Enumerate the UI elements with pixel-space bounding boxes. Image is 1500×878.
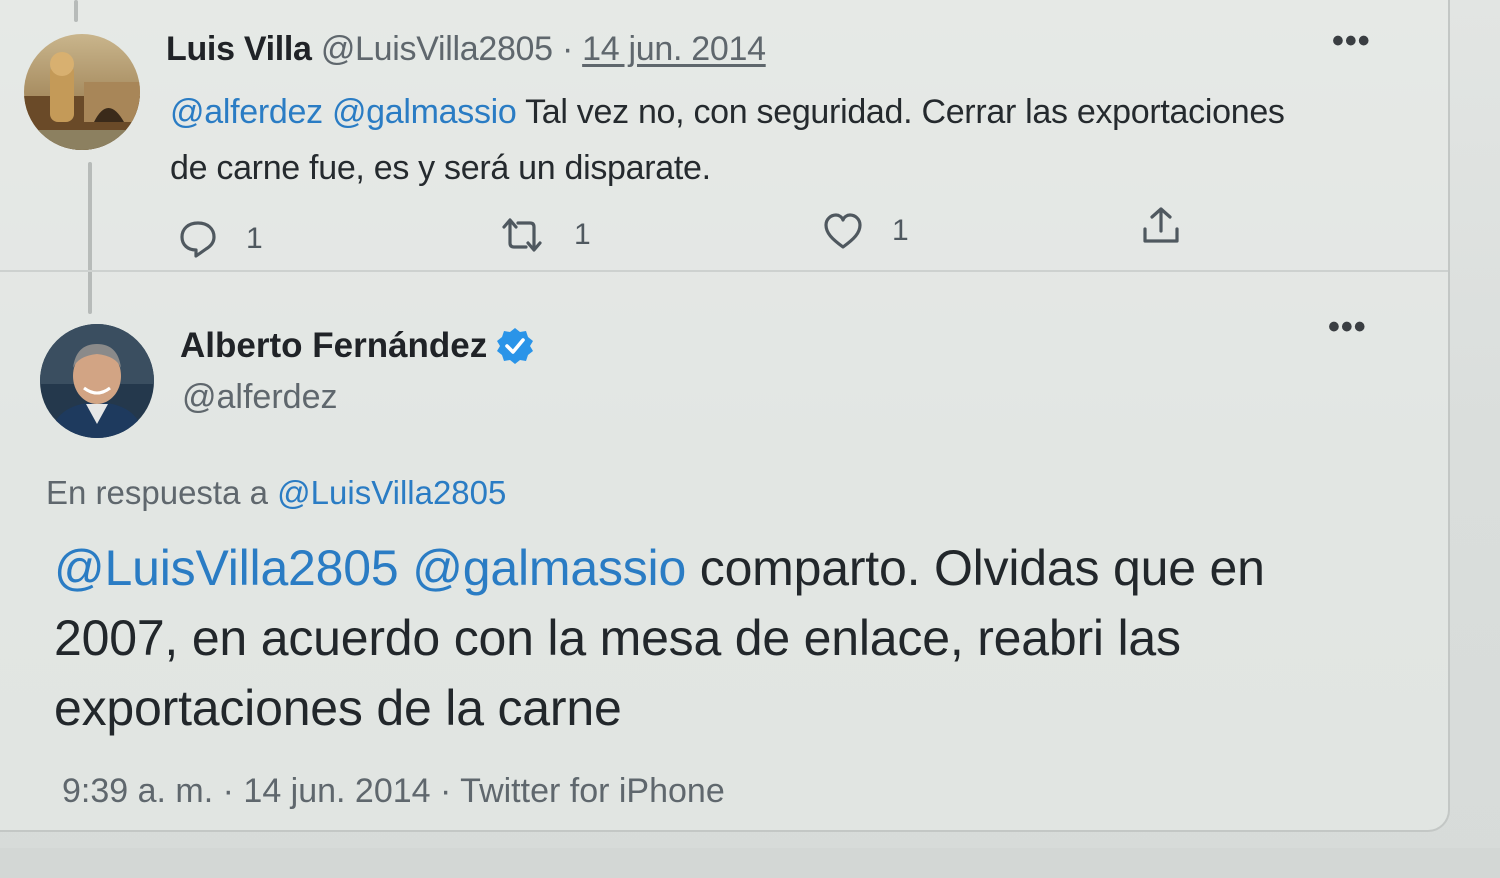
reply-count: 1: [246, 222, 263, 255]
tweet2-more-button[interactable]: •••: [1328, 308, 1367, 347]
like-button[interactable]: 1: [822, 211, 909, 251]
tweet1-text-line1: Tal vez no, con seguridad. Cerrar las ex…: [525, 93, 1285, 131]
tweet1-more-button[interactable]: •••: [1332, 22, 1371, 61]
tweet1-date-link[interactable]: 14 jun. 2014: [582, 30, 766, 68]
thread-line: [88, 162, 92, 314]
tweet1-text: @alferdez @galmassio Tal vez no, con seg…: [170, 84, 1360, 196]
next-item-edge: [0, 848, 1500, 878]
tweet2-text: @LuisVilla2805 @galmassio comparto. Olvi…: [54, 533, 1384, 743]
reply-to-handle[interactable]: @LuisVilla2805: [277, 474, 506, 511]
tweet2-author-name[interactable]: Alberto Fernández: [180, 326, 487, 366]
tweet-divider: [0, 270, 1448, 272]
reply-prefix: En respuesta a: [46, 474, 268, 511]
reply-icon: [180, 221, 216, 258]
tweet1-header: Luis Villa @LuisVilla2805 · 14 jun. 2014: [166, 30, 766, 69]
share-icon: [1143, 207, 1179, 243]
retweet-icon: [502, 218, 542, 252]
tweet1-mention-galmassio[interactable]: @galmassio: [332, 93, 517, 131]
tweet-thread-card: Luis Villa @LuisVilla2805 · 14 jun. 2014…: [0, 0, 1450, 832]
like-count: 1: [892, 214, 909, 247]
avatar-image: [40, 324, 154, 438]
tweet2-author: Alberto Fernández: [180, 326, 535, 366]
tweet1-author-handle[interactable]: @LuisVilla2805: [321, 30, 553, 68]
avatar-image: [24, 34, 140, 150]
tweet2-mention-galmassio[interactable]: @galmassio: [412, 540, 686, 596]
tweet2-text-line1: comparto. Olvidas que en: [699, 540, 1265, 596]
tweet1-mention-alferdez[interactable]: @alferdez: [170, 93, 323, 131]
verified-badge-icon: [497, 328, 534, 364]
retweet-button[interactable]: 1: [498, 215, 591, 255]
screen: Luis Villa @LuisVilla2805 · 14 jun. 2014…: [0, 0, 1500, 878]
tweet2-text-line3: exportaciones de la carne: [54, 680, 622, 736]
avatar-alberto-fernandez[interactable]: [40, 324, 154, 438]
tweet1-text-line2: de carne fue, es y será un disparate.: [170, 149, 711, 187]
tweet2-meta[interactable]: 9:39 a. m. · 14 jun. 2014 · Twitter for …: [62, 772, 725, 811]
tweet1-author-name[interactable]: Luis Villa: [166, 30, 312, 68]
reply-context: En respuesta a @LuisVilla2805: [46, 474, 506, 512]
tweet2-text-line2: 2007, en acuerdo con la mesa de enlace, …: [54, 610, 1181, 666]
tweet2-author-handle[interactable]: @alferdez: [182, 378, 337, 417]
header-separator: ·: [561, 30, 573, 68]
thread-line-top: [74, 0, 78, 22]
reply-button[interactable]: 1: [178, 219, 263, 259]
heart-icon: [824, 213, 862, 249]
retweet-count: 1: [574, 218, 591, 251]
share-button[interactable]: [1140, 205, 1182, 247]
tweet2-mention-luisvilla[interactable]: @LuisVilla2805: [54, 540, 399, 596]
tweet1-action-bar: 1 1 1: [170, 205, 1200, 265]
avatar-luis-villa[interactable]: [24, 34, 140, 150]
